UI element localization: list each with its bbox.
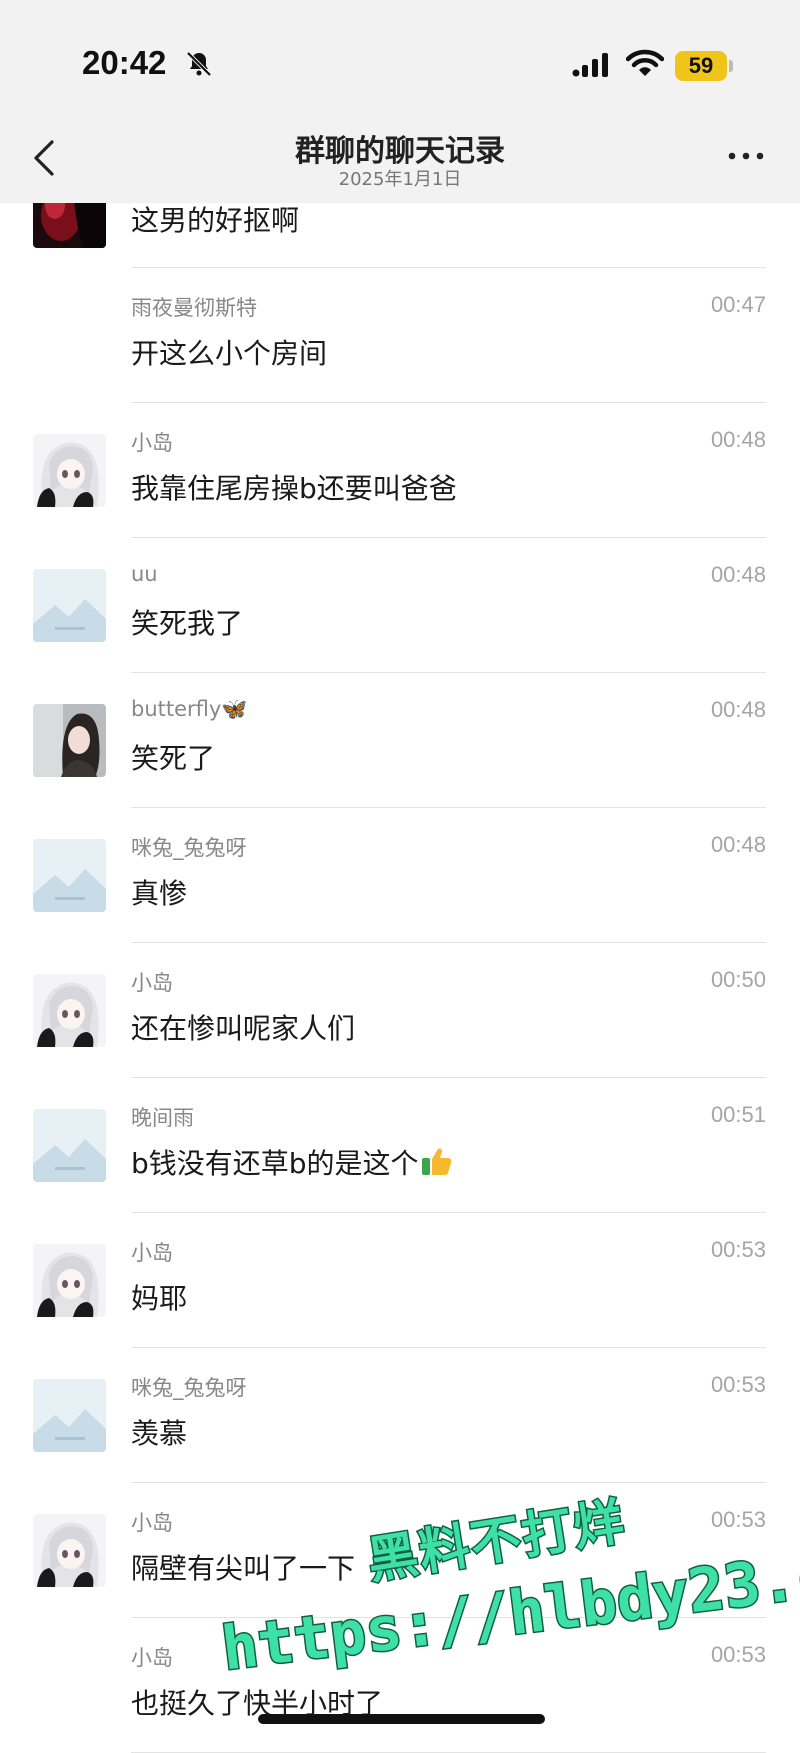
message-text: 笑死了 [131,737,215,777]
navigation-header: 20:42 59 群聊的聊天记录 2025年1月1日 [0,0,800,203]
sender-avatar[interactable] [33,434,106,507]
home-indicator [258,1714,545,1724]
bell-muted-icon [186,51,212,77]
message-time: 00:48 [710,832,766,857]
message-time: 00:48 [710,697,766,722]
sender-name: 雨夜曼彻斯特 [131,296,257,320]
message-item[interactable]: 小岛 00:50 还在惨叫呢家人们 [0,943,800,1078]
sender-name: 小岛 [131,1511,173,1535]
message-time: 00:53 [710,1642,766,1667]
battery-nub [729,60,733,72]
message-item[interactable]: 雨夜曼彻斯特 00:47 开这么小个房间 [0,268,800,403]
message-item[interactable]: uu 00:48 笑死我了 [0,538,800,673]
sender-name: uu [131,562,158,586]
more-options-icon[interactable] [724,140,768,172]
page-subtitle-date: 2025年1月1日 [338,169,462,190]
message-time: 00:48 [710,427,766,452]
message-item[interactable]: butterfly🦋 00:48 笑死了 [0,673,800,808]
message-text-content: 妈耶 [131,1282,188,1315]
sender-avatar[interactable] [33,1379,106,1452]
message-text: 隔壁有尖叫了一下 [131,1547,355,1587]
message-text: 真惨 [131,872,187,912]
sender-name: 小岛 [131,1241,173,1265]
message-text-content: 笑死我了 [131,607,244,640]
message-text-content: 真惨 [131,877,188,910]
message-time: 00:53 [710,1507,766,1532]
message-text-content: 还在惨叫呢家人们 [131,1012,356,1045]
message-text: 我靠住尾房操b还要叫爸爸 [131,467,457,507]
message-item[interactable]: 咪兔_兔兔呀 00:48 真惨 [0,808,800,943]
cellular-signal-icon [572,53,608,77]
sender-name: 小岛 [131,431,173,455]
message-text-content: 这男的好抠啊 [131,204,300,237]
message-time: 00:51 [710,1102,766,1127]
message-text-content: b钱没有还草b的是这个 [131,1147,419,1180]
sender-name: 晚间雨 [131,1106,194,1130]
message-time: 00:53 [710,1372,766,1397]
sender-name: 小岛 [131,971,173,995]
message-text: 羡慕 [131,1412,187,1452]
thumbs-up-icon [421,1146,453,1183]
status-time: 20:42 [82,44,167,81]
sender-name: 咪兔_兔兔呀 [131,836,247,860]
page-title: 群聊的聊天记录 [295,134,505,169]
battery-indicator: 59 [675,51,727,81]
message-text-content: 我靠住尾房操b还要叫爸爸 [131,472,457,505]
message-text: b钱没有还草b的是这个 [131,1142,453,1183]
message-item[interactable]: 小岛 00:53 妈耶 [0,1213,800,1348]
message-text: 笑死我了 [131,602,243,642]
sender-avatar[interactable] [33,704,106,777]
message-item[interactable]: 小岛 00:48 我靠住尾房操b还要叫爸爸 [0,403,800,538]
message-text: 还在惨叫呢家人们 [131,1007,355,1047]
message-text: 开这么小个房间 [131,332,327,372]
sender-avatar[interactable] [33,839,106,912]
message-text-content: 开这么小个房间 [131,337,328,370]
wifi-icon [626,49,664,76]
sender-name: butterfly🦋 [131,697,248,721]
sender-avatar[interactable] [33,1109,106,1182]
message-time: 00:47 [710,292,766,317]
message-time: 00:50 [710,967,766,992]
message-item[interactable]: 咪兔_兔兔呀 00:53 羡慕 [0,1348,800,1483]
message-text-content: 笑死了 [131,742,216,775]
message-time: 00:48 [710,562,766,587]
message-text: 妈耶 [131,1277,187,1317]
sender-avatar[interactable] [33,1514,106,1587]
sender-avatar[interactable] [33,1244,106,1317]
sender-name: 小岛 [131,1646,173,1670]
message-item[interactable]: 晚间雨 00:51 b钱没有还草b的是这个 [0,1078,800,1213]
sender-avatar[interactable] [33,974,106,1047]
sender-avatar[interactable] [33,569,106,642]
message-text: 这男的好抠啊 [131,199,299,239]
sender-name: 咪兔_兔兔呀 [131,1376,247,1400]
message-text-content: 羡慕 [131,1417,188,1450]
message-time: 00:53 [710,1237,766,1262]
message-text-content: 隔壁有尖叫了一下 [131,1552,356,1585]
